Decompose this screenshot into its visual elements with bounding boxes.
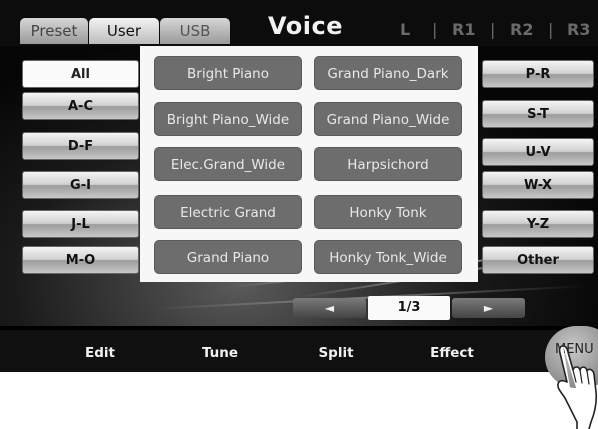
part-l-tab[interactable]: L	[400, 20, 410, 39]
voice-item[interactable]: Honky Tonk	[314, 195, 462, 229]
voice-item[interactable]: Honky Tonk_Wide	[314, 240, 462, 274]
function-bar: Edit Tune Split Effect	[0, 330, 598, 372]
effect-button[interactable]: Effect	[392, 340, 512, 366]
voice-item[interactable]: Grand Piano	[154, 240, 302, 274]
voice-item[interactable]: Grand Piano_Dark	[314, 56, 462, 90]
pointing-hand-icon	[557, 345, 598, 429]
tab-preset[interactable]: Preset	[20, 18, 88, 44]
previous-page-button[interactable]: ◄	[293, 298, 366, 318]
voice-item[interactable]: Bright Piano_Wide	[154, 102, 302, 136]
tab-user[interactable]: User	[89, 18, 159, 44]
tune-button[interactable]: Tune	[160, 340, 280, 366]
divider: |	[432, 20, 438, 39]
divider: |	[490, 20, 496, 39]
voice-item[interactable]: Harpsichord	[314, 147, 462, 181]
category-s-t[interactable]: S-T	[482, 100, 594, 128]
voice-list-panel: Bright Piano Grand Piano_Dark Bright Pia…	[140, 46, 478, 282]
voice-item[interactable]: Electric Grand	[154, 195, 302, 229]
part-r1-tab[interactable]: R1	[452, 20, 475, 39]
category-u-v[interactable]: U-V	[482, 138, 594, 166]
category-g-i[interactable]: G-I	[22, 171, 139, 199]
category-w-x[interactable]: W-X	[482, 171, 594, 199]
voice-item[interactable]: Bright Piano	[154, 56, 302, 90]
part-r3-tab[interactable]: R3	[567, 20, 590, 39]
category-d-f[interactable]: D-F	[22, 132, 139, 160]
next-page-button[interactable]: ►	[452, 298, 525, 318]
edit-button[interactable]: Edit	[40, 340, 160, 366]
part-r2-tab[interactable]: R2	[510, 20, 533, 39]
category-y-z[interactable]: Y-Z	[482, 210, 594, 238]
voice-item[interactable]: Elec.Grand_Wide	[154, 147, 302, 181]
category-m-o[interactable]: M-O	[22, 246, 139, 274]
page-indicator: 1/3	[368, 296, 450, 320]
category-a-c[interactable]: A-C	[22, 92, 139, 120]
top-bar: Preset User USB Voice L | R1 | R2 | R3	[0, 0, 598, 46]
page-title: Voice	[268, 12, 343, 40]
tab-usb[interactable]: USB	[160, 18, 230, 44]
voice-item[interactable]: Grand Piano_Wide	[314, 102, 462, 136]
category-other[interactable]: Other	[482, 246, 594, 274]
arrow-left-icon: ◄	[324, 301, 335, 315]
divider: |	[548, 20, 554, 39]
category-p-r[interactable]: P-R	[482, 60, 594, 88]
page-navigator: ◄ 1/3 ►	[293, 296, 527, 320]
split-button[interactable]: Split	[276, 340, 396, 366]
voice-screen: Preset User USB Voice L | R1 | R2 | R3 A…	[0, 0, 598, 372]
category-j-l[interactable]: J-L	[22, 210, 139, 238]
category-all[interactable]: All	[22, 60, 139, 88]
arrow-right-icon: ►	[483, 301, 494, 315]
